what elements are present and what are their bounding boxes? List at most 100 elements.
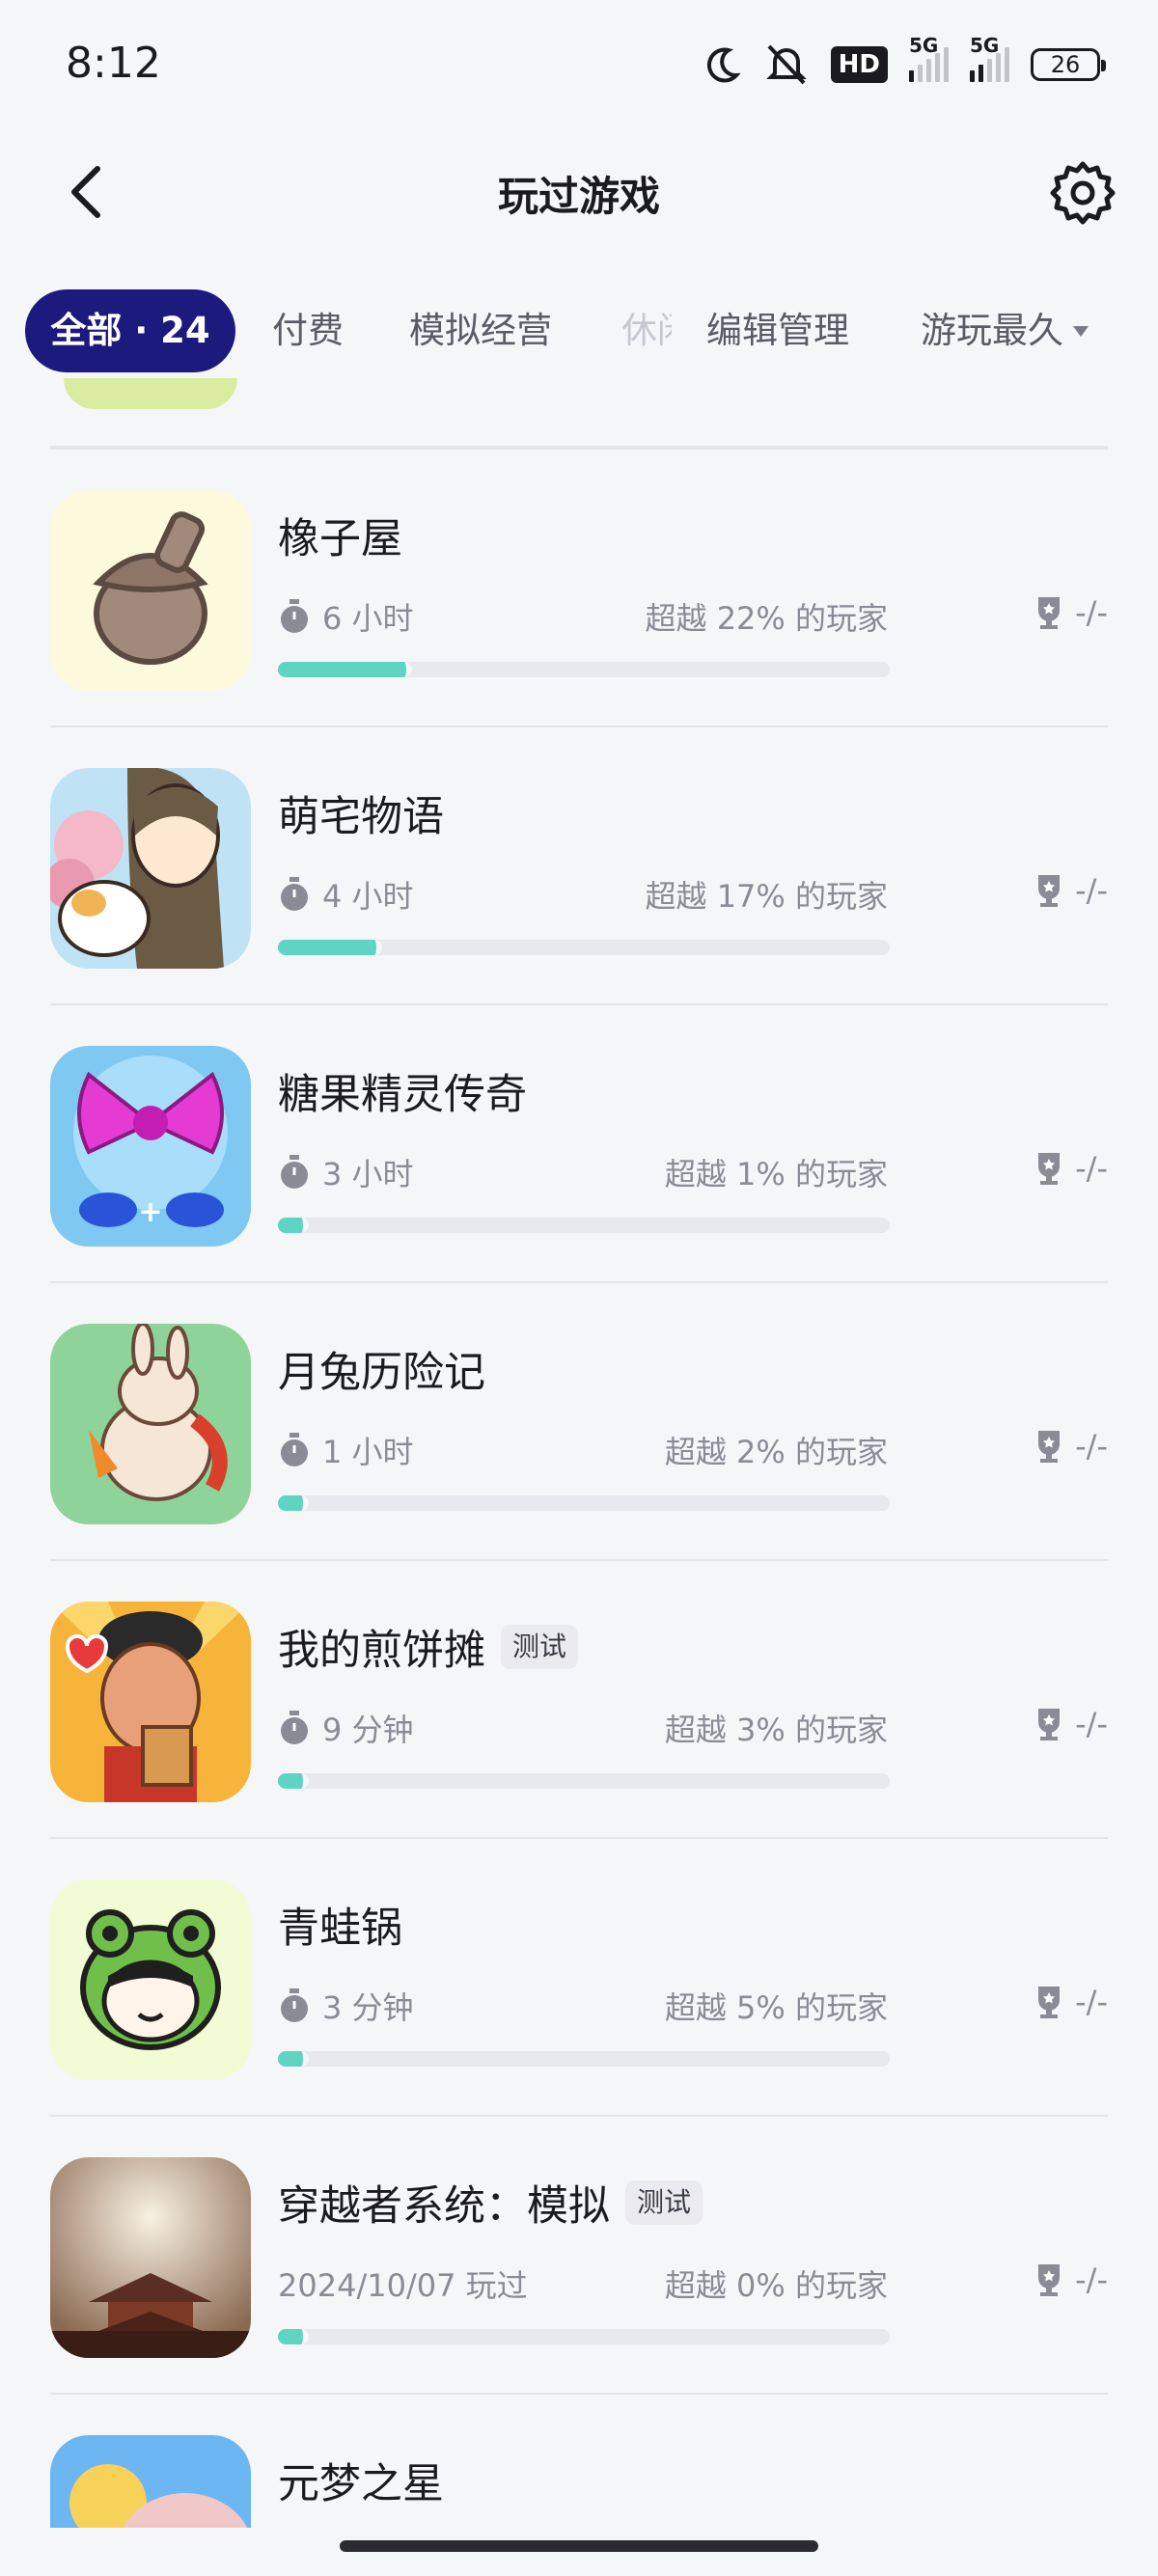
progress-bar <box>278 662 890 677</box>
nav-header: 玩过游戏 <box>0 145 1158 241</box>
list-item[interactable]: 萌宅物语 4 小时 超越 17% 的玩家 -/- <box>50 726 1108 1003</box>
exceed-percent: 超越 0% 的玩家 <box>664 2267 888 2304</box>
exceed-percent: 超越 22% 的玩家 <box>645 600 888 637</box>
traveler-system-icon[interactable] <box>50 2157 251 2358</box>
progress-bar <box>278 1495 890 1511</box>
trophy-stat: -/- <box>1034 872 1108 909</box>
trophy-icon <box>1038 1709 1061 1740</box>
playtime-value: 3 小时 <box>322 1156 414 1192</box>
edit-manage-button[interactable]: 编辑管理 <box>706 289 849 372</box>
mute-bell-icon <box>763 42 810 87</box>
tab-casual[interactable]: 休闲 <box>621 289 672 372</box>
progress-fill <box>278 2051 309 2067</box>
trophy-icon <box>1038 2264 1061 2296</box>
cozy-house-story-icon[interactable] <box>50 768 251 969</box>
playtime: 3 分钟 <box>278 1984 414 2028</box>
hd-badge: HD <box>830 46 888 83</box>
moon-rabbit-adventure-icon[interactable] <box>50 1324 251 1524</box>
game-name: 青蛙锅 <box>278 1905 402 1953</box>
candy-fairy-legend-icon[interactable]: + <box>50 1046 251 1247</box>
progress-fill <box>278 662 412 677</box>
progress-bar <box>278 2329 890 2344</box>
trophy-stat: -/- <box>1034 1984 1108 2020</box>
played-games-screen: 8:12 HD 5G 5G 26 玩过游戏 全部 · 24 付费 模拟经营 休 … <box>0 0 1158 2576</box>
trophy-icon <box>1038 875 1061 907</box>
playtime: 3 小时 <box>278 1150 414 1194</box>
list-item[interactable]: 元梦之星 <box>50 2393 1108 2528</box>
playtime: 1 小时 <box>278 1428 414 1472</box>
list-item[interactable]: 我的煎饼摊 测试 9 分钟 超越 3% 的玩家 -/- <box>50 1559 1108 1837</box>
status-time: 8:12 <box>66 39 161 88</box>
progress-fill <box>278 940 382 955</box>
playtime: 4 小时 <box>278 872 414 917</box>
trophy-stat: -/- <box>1034 1428 1108 1465</box>
stopwatch-icon <box>281 1433 308 1466</box>
playtime-value: 1 小时 <box>322 1434 414 1470</box>
moon-icon <box>702 44 742 85</box>
trophy-icon <box>1038 1153 1061 1185</box>
list-item[interactable] <box>50 378 1108 448</box>
list-item[interactable]: 青蛙锅 3 分钟 超越 5% 的玩家 -/- <box>50 1837 1108 2115</box>
settings-button[interactable] <box>1046 156 1119 230</box>
exceed-percent: 超越 2% 的玩家 <box>664 1434 888 1470</box>
trophy-icon <box>1038 1431 1061 1463</box>
tab-all[interactable]: 全部 · 24 <box>25 289 235 372</box>
trophy-icon <box>1038 1987 1061 2018</box>
acorn-house-icon[interactable] <box>50 490 251 691</box>
game-name: 月兔历险记 <box>278 1349 485 1397</box>
trophy-stat: -/- <box>1034 1150 1108 1187</box>
game-name: 萌宅物语 <box>278 793 444 841</box>
home-indicator[interactable] <box>340 2540 818 2552</box>
progress-fill <box>278 1495 309 1511</box>
svg-text:+: + <box>138 1195 162 1229</box>
filter-tabs: 全部 · 24 付费 模拟经营 休闲 编辑管理 游玩最久 <box>0 289 1158 378</box>
caret-down-icon <box>1073 325 1089 337</box>
progress-bar <box>278 2051 890 2067</box>
sort-label: 游玩最久 <box>921 310 1063 351</box>
playtime: 9 分钟 <box>278 1706 414 1750</box>
status-icons: HD 5G 5G 26 <box>702 34 1106 87</box>
trophy-stat: -/- <box>1034 594 1108 631</box>
frog-pot-icon[interactable] <box>50 1879 251 2080</box>
playtime-value: 4 小时 <box>322 878 414 915</box>
stopwatch-icon <box>281 877 308 911</box>
progress-fill <box>278 1773 309 1789</box>
signal-sim1-icon: 5G <box>909 34 949 82</box>
beta-badge: 测试 <box>625 2180 703 2225</box>
page-title: 玩过游戏 <box>497 173 660 220</box>
game-name: 元梦之星 <box>278 2460 444 2508</box>
tab-paid[interactable]: 付费 <box>272 289 344 372</box>
playtime: 6 小时 <box>278 594 414 639</box>
sort-dropdown[interactable]: 游玩最久 <box>921 289 1089 372</box>
game-name: 橡子屋 <box>278 515 402 563</box>
list-item[interactable]: 橡子屋 6 小时 超越 22% 的玩家 -/- <box>50 448 1108 726</box>
game-name: 我的煎饼摊 测试 <box>278 1617 579 1677</box>
beta-badge: 测试 <box>501 1625 579 1669</box>
list-item[interactable]: 月兔历险记 1 小时 超越 2% 的玩家 -/- <box>50 1281 1108 1559</box>
exceed-percent: 超越 3% 的玩家 <box>664 1712 888 1748</box>
progress-fill <box>278 1218 309 1233</box>
pancake-stall-icon[interactable] <box>50 1602 251 1802</box>
game-name: 穿越者系统：模拟 测试 <box>278 2173 703 2233</box>
playtime-value: 3 分钟 <box>322 1989 414 2026</box>
stopwatch-icon <box>281 1711 308 1744</box>
game-list[interactable]: 橡子屋 6 小时 超越 22% 的玩家 -/- 萌宅物语 4 小时 超越 17%… <box>0 378 1158 2528</box>
battery-icon: 26 <box>1031 48 1106 81</box>
gear-icon <box>1050 161 1116 225</box>
playtime: 2024/10/07 玩过 <box>278 2261 528 2306</box>
last-played-date: 2024/10/07 玩过 <box>278 2267 528 2304</box>
trophy-icon <box>1038 597 1061 629</box>
exceed-percent: 超越 1% 的玩家 <box>664 1156 888 1192</box>
dream-star-icon[interactable] <box>50 2435 251 2528</box>
progress-fill <box>278 2329 309 2344</box>
playtime-value: 6 小时 <box>322 600 414 637</box>
game-icon <box>64 378 237 409</box>
list-item[interactable]: 穿越者系统：模拟 测试 2024/10/07 玩过 超越 0% 的玩家 -/- <box>50 2115 1108 2393</box>
exceed-percent: 超越 17% 的玩家 <box>645 878 888 915</box>
status-bar: 8:12 HD 5G 5G 26 <box>0 0 1158 130</box>
stopwatch-icon <box>281 599 308 633</box>
list-item[interactable]: + 糖果精灵传奇 3 小时 超越 1% 的玩家 -/- <box>50 1003 1108 1281</box>
exceed-percent: 超越 5% 的玩家 <box>664 1989 888 2026</box>
tab-sim-biz[interactable]: 模拟经营 <box>409 289 552 372</box>
progress-bar <box>278 1218 890 1233</box>
